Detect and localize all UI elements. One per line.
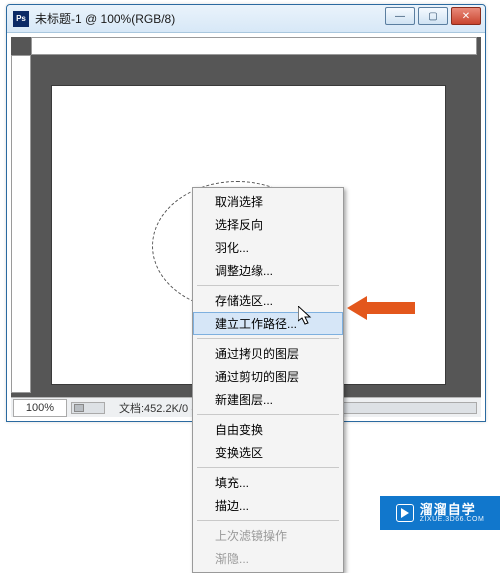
minimize-button[interactable]: — [385, 7, 415, 25]
menu-item[interactable]: 填充... [193, 471, 343, 494]
menu-separator [197, 338, 339, 339]
menu-separator [197, 520, 339, 521]
menu-item[interactable]: 变换选区 [193, 441, 343, 464]
menu-item: 上次滤镜操作 [193, 524, 343, 547]
annotation-arrow-icon [347, 295, 417, 324]
menu-item[interactable]: 通过拷贝的图层 [193, 342, 343, 365]
watermark-badge: 溜溜自学 ZIXUE.3D66.COM [380, 496, 500, 530]
menu-item: 渐隐... [193, 547, 343, 570]
app-icon: Ps [13, 11, 29, 27]
menu-item[interactable]: 通过剪切的图层 [193, 365, 343, 388]
menu-item[interactable]: 调整边缘... [193, 259, 343, 282]
menu-separator [197, 285, 339, 286]
menu-item[interactable]: 描边... [193, 494, 343, 517]
ruler-vertical[interactable] [11, 55, 31, 393]
menu-item[interactable]: 存储选区... [193, 289, 343, 312]
ruler-horizontal[interactable] [31, 37, 477, 55]
window-title: 未标题-1 @ 100%(RGB/8) [35, 10, 175, 27]
window-controls: — ▢ ✕ [385, 7, 481, 25]
scrollbar-small[interactable] [71, 402, 105, 414]
menu-item[interactable]: 羽化... [193, 236, 343, 259]
maximize-button[interactable]: ▢ [418, 7, 448, 25]
zoom-level[interactable]: 100% [13, 399, 67, 417]
watermark-text: 溜溜自学 ZIXUE.3D66.COM [420, 503, 485, 523]
menu-separator [197, 414, 339, 415]
close-button[interactable]: ✕ [451, 7, 481, 25]
play-icon [396, 504, 414, 522]
menu-separator [197, 467, 339, 468]
watermark-en: ZIXUE.3D66.COM [420, 516, 485, 523]
menu-item[interactable]: 自由变换 [193, 418, 343, 441]
menu-item[interactable]: 取消选择 [193, 190, 343, 213]
titlebar[interactable]: Ps 未标题-1 @ 100%(RGB/8) — ▢ ✕ [7, 5, 485, 33]
menu-item[interactable]: 建立工作路径... [193, 312, 343, 335]
menu-item[interactable]: 选择反向 [193, 213, 343, 236]
menu-item[interactable]: 新建图层... [193, 388, 343, 411]
context-menu[interactable]: 取消选择选择反向羽化...调整边缘... 存储选区...建立工作路径... 通过拷贝… [192, 187, 344, 573]
scrollbar-thumb[interactable] [74, 404, 84, 412]
watermark-cn: 溜溜自学 [420, 503, 485, 516]
